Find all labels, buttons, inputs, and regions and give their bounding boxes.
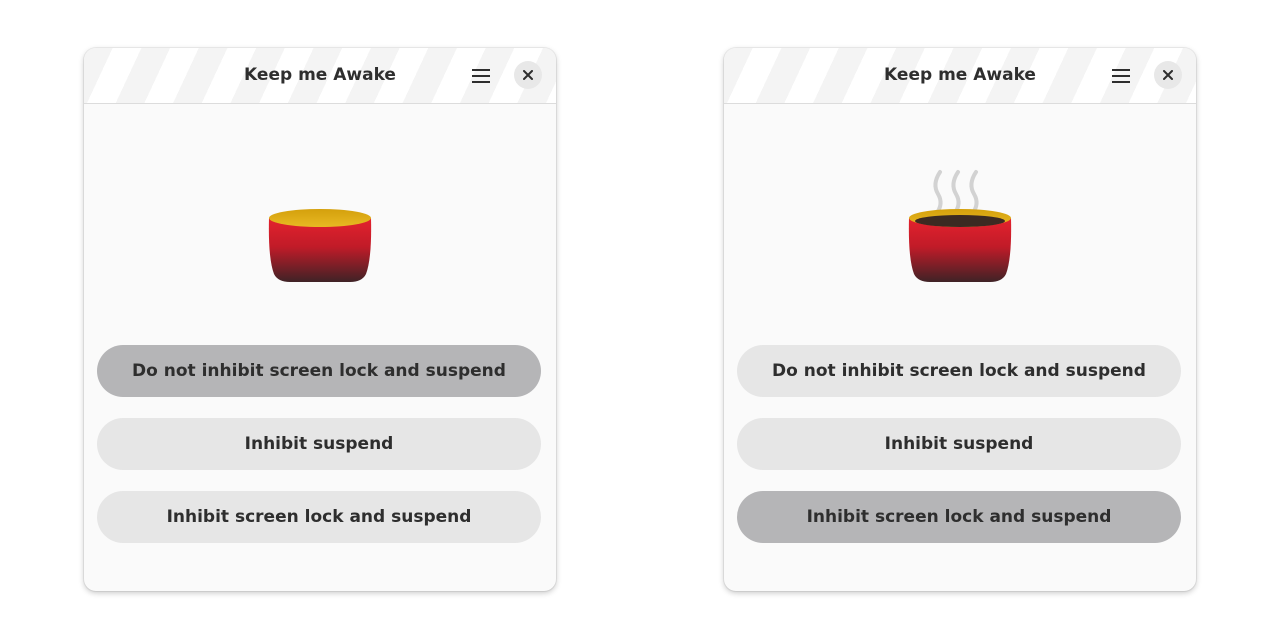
app-window-left: Keep me Awake Do not inhibit screen lock…: [84, 48, 556, 591]
inhibit-screen-lock-and-suspend-button[interactable]: Inhibit screen lock and suspend: [97, 491, 541, 543]
close-button[interactable]: [514, 61, 542, 89]
close-button[interactable]: [1154, 61, 1182, 89]
inhibit-suspend-button[interactable]: Inhibit suspend: [97, 418, 541, 470]
steam-icon: [933, 170, 979, 216]
header-bar: Keep me Awake: [84, 48, 556, 104]
hamburger-menu-icon: [1112, 69, 1130, 83]
inhibit-screen-lock-and-suspend-button[interactable]: Inhibit screen lock and suspend: [737, 491, 1181, 543]
coffee-cup-icon: [268, 209, 372, 282]
screenshot-stage: Keep me Awake Do not inhibit screen lock…: [0, 0, 1280, 640]
header-bar: Keep me Awake: [724, 48, 1196, 104]
do-not-inhibit-button[interactable]: Do not inhibit screen lock and suspend: [97, 345, 541, 397]
close-icon: [523, 70, 533, 80]
main-menu-button[interactable]: [467, 62, 495, 90]
inhibit-suspend-button[interactable]: Inhibit suspend: [737, 418, 1181, 470]
main-menu-button[interactable]: [1107, 62, 1135, 90]
steaming-coffee-cup-icon: [908, 170, 1012, 282]
close-icon: [1163, 70, 1173, 80]
do-not-inhibit-button[interactable]: Do not inhibit screen lock and suspend: [737, 345, 1181, 397]
app-window-right: Keep me Awake Do not inhibit screen lock…: [724, 48, 1196, 591]
hamburger-menu-icon: [472, 69, 490, 83]
